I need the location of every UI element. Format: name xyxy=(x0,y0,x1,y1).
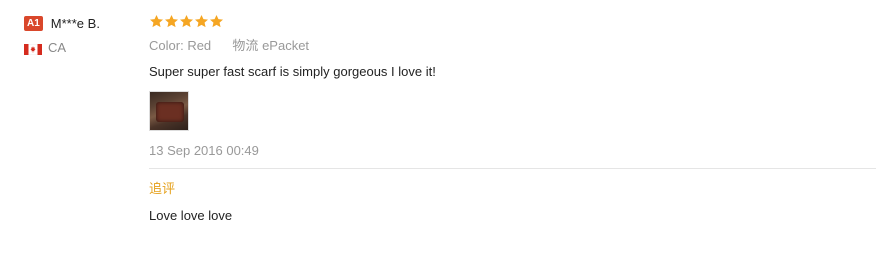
reviewer-name: M***e B. xyxy=(50,15,100,31)
logistics-key: 物流 xyxy=(232,38,259,53)
followup-label: 追评 xyxy=(149,181,176,196)
review-text: Super super fast scarf is simply gorgeou… xyxy=(149,64,436,79)
review-item: A1 M***e B. CA Color: Red 物流 ePacket Sup… xyxy=(0,0,877,260)
star-icon xyxy=(180,14,193,27)
reviewer-row: A1 M***e B. xyxy=(24,14,134,32)
level-badge: A1 xyxy=(24,15,43,31)
star-icon xyxy=(165,14,178,27)
country-row: CA xyxy=(23,40,134,56)
star-icon xyxy=(195,14,208,27)
review-photo-thumbnail[interactable] xyxy=(149,91,189,131)
order-attributes: Color: Red 物流 ePacket xyxy=(149,38,877,54)
star-rating xyxy=(149,12,877,30)
color-value: Red xyxy=(187,38,212,53)
review-date: 13 Sep 2016 00:49 xyxy=(149,143,259,158)
star-icon xyxy=(210,14,223,27)
canada-flag-icon xyxy=(23,42,43,56)
divider xyxy=(149,168,876,169)
review-content: Color: Red 物流 ePacket Super super fast s… xyxy=(149,12,877,224)
logistics-value: ePacket xyxy=(262,38,310,53)
followup-text: Love love love xyxy=(149,208,233,223)
photo-content xyxy=(156,102,184,122)
star-icon xyxy=(150,14,163,27)
country-code: CA xyxy=(48,40,67,55)
reviewer-info: A1 M***e B. CA xyxy=(23,14,134,56)
color-key: Color: xyxy=(149,38,184,53)
